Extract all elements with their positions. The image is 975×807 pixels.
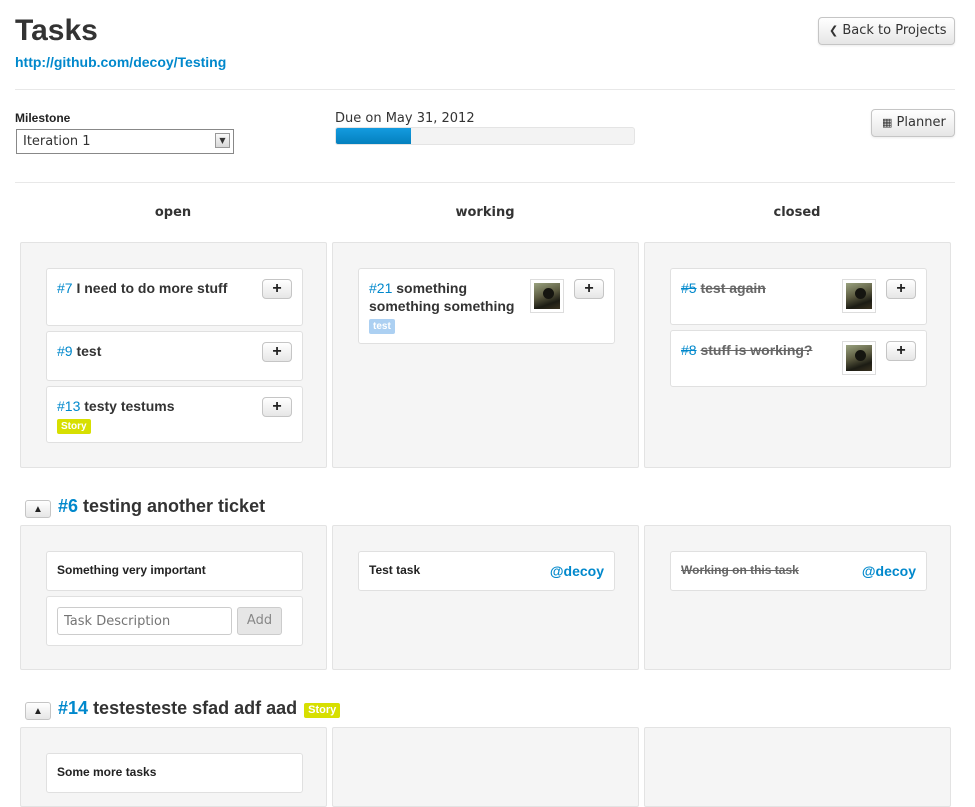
closed-column: #5 test again + #8 stuff is working? + — [644, 242, 951, 468]
ticket-title: test — [76, 343, 102, 359]
due-date: Due on May 31, 2012 — [335, 111, 475, 126]
task-item[interactable]: Some more tasks — [46, 753, 303, 793]
ticket-number[interactable]: #8 — [681, 342, 697, 358]
task-description-input[interactable] — [57, 607, 232, 635]
ticket-heading: #6 testing another ticket — [58, 496, 265, 517]
add-task-submit-button[interactable]: Add — [237, 607, 282, 635]
add-task-button[interactable]: + — [886, 279, 916, 299]
ticket-title: testing another ticket — [83, 496, 266, 516]
ticket-number[interactable]: #13 — [57, 398, 80, 414]
ticket-title: testy testums — [84, 398, 175, 414]
milestone-label: Milestone — [15, 111, 71, 125]
assignee-link[interactable]: @decoy — [862, 563, 916, 579]
open-task-column: Some more tasks — [20, 727, 327, 807]
open-task-column: Something very important Add — [20, 525, 327, 670]
ticket-number[interactable]: #14 — [58, 698, 88, 718]
task-item[interactable]: Something very important — [46, 551, 303, 591]
task-text: Some more tasks — [57, 765, 157, 779]
ticket-number[interactable]: #6 — [58, 496, 78, 516]
back-button-label: Back to Projects — [842, 23, 947, 38]
ticket-card[interactable]: #9 test + — [46, 331, 303, 381]
ticket-card[interactable]: #8 stuff is working? + — [670, 330, 927, 387]
task-text: Something very important — [57, 563, 206, 577]
ticket-title: test again — [700, 280, 766, 296]
column-header-open: open — [154, 205, 192, 220]
test-tag: test — [369, 319, 395, 334]
task-text: Test task — [369, 563, 421, 577]
dropdown-arrow-icon[interactable]: ▼ — [215, 133, 230, 148]
page-title: Tasks — [15, 14, 98, 47]
add-task-button[interactable]: + — [262, 279, 292, 299]
add-task-form: Add — [46, 596, 303, 646]
task-item[interactable]: Working on this task @decoy — [670, 551, 927, 591]
add-task-button[interactable]: + — [886, 341, 916, 361]
divider — [15, 89, 955, 90]
add-task-button[interactable]: + — [262, 397, 292, 417]
story-tag: Story — [57, 419, 91, 434]
ticket-heading: #14 testesteste sfad adf aad Story — [58, 698, 341, 719]
divider — [15, 182, 955, 183]
add-task-button[interactable]: + — [574, 279, 604, 299]
milestone-selected-value: Iteration 1 — [23, 134, 91, 149]
planner-button-label: Planner — [896, 115, 946, 130]
ticket-card[interactable]: #21 something something something test + — [358, 268, 615, 344]
milestone-select[interactable]: Iteration 1 ▼ — [16, 129, 234, 154]
chevron-left-icon: ❮ — [829, 24, 839, 37]
ticket-number[interactable]: #9 — [57, 343, 73, 359]
ticket-number[interactable]: #5 — [681, 280, 697, 296]
milestone-progress — [335, 127, 635, 145]
ticket-title: testesteste sfad adf aad — [93, 698, 298, 718]
calendar-icon: ▦ — [882, 116, 893, 129]
ticket-title: I need to do more stuff — [76, 280, 228, 296]
story-tag: Story — [304, 702, 341, 718]
task-text: Working on this task — [681, 563, 799, 577]
open-column: #7 I need to do more stuff + #9 test + #… — [20, 242, 327, 468]
column-header-closed: closed — [773, 205, 821, 220]
working-task-column — [332, 727, 639, 807]
repo-link[interactable]: http://github.com/decoy/Testing — [15, 54, 226, 70]
collapse-button[interactable]: ▲ — [25, 702, 51, 720]
ticket-card[interactable]: #13 testy testums Story + — [46, 386, 303, 443]
planner-button[interactable]: ▦ Planner — [871, 109, 955, 137]
ticket-number[interactable]: #7 — [57, 280, 73, 296]
avatar — [842, 341, 876, 375]
avatar — [530, 279, 564, 313]
working-column: #21 something something something test + — [332, 242, 639, 468]
closed-task-column: Working on this task @decoy — [644, 525, 951, 670]
ticket-card[interactable]: #7 I need to do more stuff + — [46, 268, 303, 326]
closed-task-column — [644, 727, 951, 807]
ticket-card[interactable]: #5 test again + — [670, 268, 927, 325]
back-to-projects-button[interactable]: ❮ Back to Projects — [818, 17, 955, 45]
collapse-button[interactable]: ▲ — [25, 500, 51, 518]
assignee-link[interactable]: @decoy — [550, 563, 604, 579]
ticket-title: stuff is working? — [700, 342, 813, 358]
avatar — [842, 279, 876, 313]
column-header-working: working — [455, 205, 515, 220]
ticket-number[interactable]: #21 — [369, 280, 392, 296]
add-task-button[interactable]: + — [262, 342, 292, 362]
progress-bar-fill — [336, 128, 411, 144]
working-task-column: Test task @decoy — [332, 525, 639, 670]
task-item[interactable]: Test task @decoy — [358, 551, 615, 591]
